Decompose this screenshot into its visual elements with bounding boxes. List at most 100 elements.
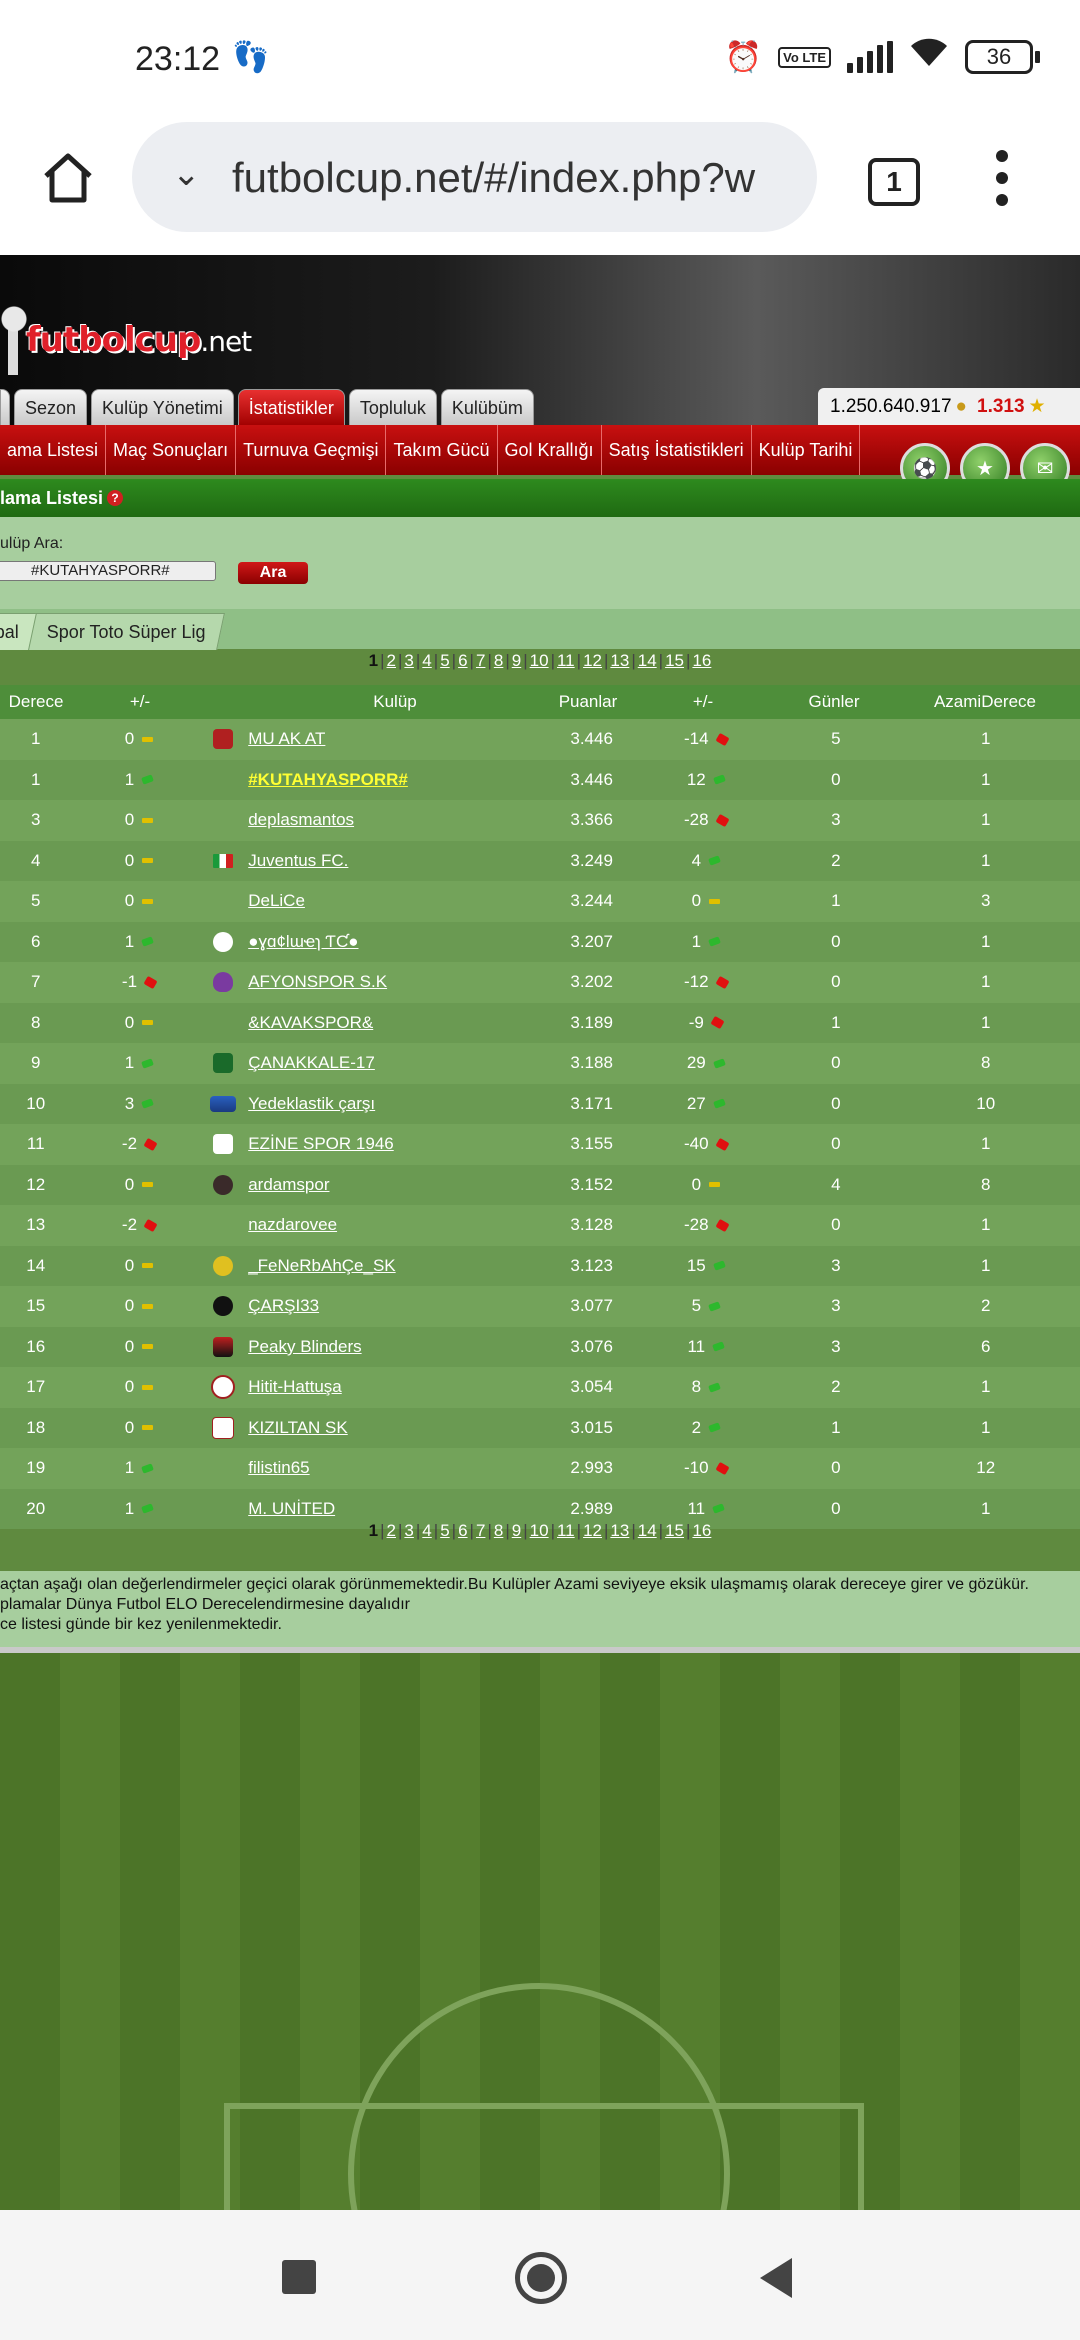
club-link[interactable]: ●ɣɑ¢Ɩɯҽɿ ƬƇ●	[248, 932, 358, 951]
tab-1[interactable]: Kulüp Yönetimi	[91, 389, 234, 426]
club-logo-icon	[213, 1134, 234, 1155]
page-current: 1	[368, 1521, 379, 1540]
page-link[interactable]: 2	[387, 1521, 396, 1540]
page-link[interactable]: 15	[665, 1521, 684, 1540]
subnav-item-2[interactable]: Turnuva Geçmişi	[236, 425, 387, 475]
page-link[interactable]: 12	[583, 1521, 602, 1540]
club-link[interactable]: #KUTAHYASPORR#	[248, 770, 408, 789]
club-link[interactable]: Juventus FC.	[248, 851, 348, 870]
page-link[interactable]: 13	[610, 651, 629, 670]
home-icon[interactable]	[38, 148, 98, 208]
page-link[interactable]: 14	[638, 651, 657, 670]
header-points-change[interactable]: +/-	[628, 692, 778, 712]
club-link[interactable]: ÇARŞI33	[248, 1296, 319, 1315]
club-link[interactable]: DeLiCe	[248, 891, 305, 910]
page-link[interactable]: 10	[530, 651, 549, 670]
page-link[interactable]: 13	[610, 1521, 629, 1540]
table-row: 19 1 filistin65 2.993 -10 0 12	[0, 1448, 1080, 1489]
points-change-cell: -12	[631, 972, 780, 992]
club-link[interactable]: nazdarovee	[248, 1215, 337, 1234]
trend-up-icon	[712, 1503, 725, 1514]
club-link[interactable]: deplasmantos	[248, 810, 354, 829]
more-menu-icon[interactable]	[996, 150, 1010, 216]
club-link[interactable]: EZİNE SPOR 1946	[248, 1134, 394, 1153]
url-text[interactable]: futbolcup.net/#/index.php?w	[232, 154, 797, 202]
header-points[interactable]: Puanlar	[548, 692, 628, 712]
tab-4[interactable]: Kulübüm	[440, 389, 534, 426]
club-link[interactable]: Hitit-Hattuşa	[248, 1377, 342, 1396]
trend-up-icon	[141, 1058, 155, 1069]
club-link[interactable]: KIZILTAN SK	[248, 1418, 348, 1437]
header-derece[interactable]: Derece	[0, 692, 72, 712]
subnav-item-6[interactable]: Kulüp Tarihi	[752, 425, 861, 475]
subnav-item-5[interactable]: Satış İstatistikleri	[602, 425, 752, 475]
club-link[interactable]: AFYONSPOR S.K	[248, 972, 387, 991]
points-change: 0	[691, 891, 702, 911]
page-link[interactable]: 16	[692, 1521, 711, 1540]
page-link[interactable]: 8	[494, 1521, 503, 1540]
page-link[interactable]: 16	[692, 651, 711, 670]
club-link[interactable]: MU AK AT	[248, 729, 325, 748]
club-link[interactable]: Peaky Blinders	[248, 1337, 361, 1356]
subnav-item-3[interactable]: Takım Gücü	[386, 425, 498, 475]
page-link[interactable]: 5	[440, 651, 449, 670]
club-search-input[interactable]: #KUTAHYASPORR#	[0, 561, 216, 581]
subnav-item-0[interactable]: ama Listesi	[0, 425, 107, 475]
club-link[interactable]: Yedeklastik çarşı	[248, 1094, 375, 1113]
tab-hidden[interactable]	[0, 389, 10, 426]
url-bar[interactable]: ⌄ futbolcup.net/#/index.php?w	[132, 122, 817, 232]
header-change[interactable]: +/-	[72, 692, 208, 712]
search-button[interactable]: Ara	[238, 562, 308, 584]
page-link[interactable]: 11	[557, 651, 575, 670]
page-link[interactable]: 4	[422, 651, 431, 670]
tab-league-super-lig[interactable]: Spor Toto Süper Lig	[28, 613, 225, 650]
club-logo-cell	[206, 1296, 240, 1317]
club-link[interactable]: _FeNeRbAhÇe_SK	[248, 1256, 395, 1275]
days-cell: 0	[831, 931, 841, 951]
page-link[interactable]: 15	[665, 651, 684, 670]
page-link[interactable]: 6	[458, 1521, 467, 1540]
club-link[interactable]: ÇANAKKALE-17	[248, 1053, 375, 1072]
recents-icon[interactable]	[282, 2260, 316, 2294]
rank-cell: 12	[26, 1174, 46, 1194]
page-link[interactable]: 8	[494, 651, 503, 670]
header-days[interactable]: Günler	[778, 692, 890, 712]
club-link[interactable]: filistin65	[248, 1458, 309, 1477]
home-nav-icon[interactable]	[515, 2252, 567, 2304]
rank-change: -1	[121, 972, 138, 992]
page-link[interactable]: 6	[458, 651, 467, 670]
club-link[interactable]: ardamspor	[248, 1175, 329, 1194]
page-link[interactable]: 7	[476, 1521, 485, 1540]
page-link[interactable]: 7	[476, 651, 485, 670]
rank-change-cell: 0	[71, 1337, 206, 1357]
page-link[interactable]: 12	[583, 651, 602, 670]
header-club[interactable]: Kulüp	[242, 692, 548, 712]
tab-switcher-button[interactable]: 1	[868, 158, 920, 206]
chevron-down-icon[interactable]: ⌄	[172, 154, 201, 194]
page-link[interactable]: 3	[404, 1521, 413, 1540]
rank-change-cell: -1	[71, 972, 206, 992]
site-logo[interactable]: futbolcup.net	[0, 295, 252, 385]
page-link[interactable]: 10	[530, 1521, 549, 1540]
trend-eq-icon	[142, 817, 154, 823]
tab-0[interactable]: Sezon	[14, 389, 88, 426]
tab-3[interactable]: Topluluk	[348, 389, 437, 426]
page-link[interactable]: 3	[404, 651, 413, 670]
page-link[interactable]: 2	[387, 651, 396, 670]
page-link[interactable]: 9	[512, 1521, 521, 1540]
club-link[interactable]: M. UNİTED	[248, 1499, 335, 1518]
page-link[interactable]: 9	[512, 651, 521, 670]
page-link[interactable]: 5	[440, 1521, 449, 1540]
points-change-cell: 2	[631, 1418, 780, 1438]
subnav-item-4[interactable]: Gol Krallığı	[498, 425, 602, 475]
page-link[interactable]: 14	[638, 1521, 657, 1540]
header-max-rank[interactable]: AzamiDerece	[890, 692, 1080, 712]
back-icon[interactable]	[760, 2258, 792, 2298]
club-link[interactable]: &KAVAKSPOR&	[248, 1013, 373, 1032]
help-icon[interactable]: ?	[107, 490, 124, 506]
page-link[interactable]: 4	[422, 1521, 431, 1540]
tab-2[interactable]: İstatistikler	[237, 389, 345, 426]
page-link[interactable]: 11	[557, 1521, 575, 1540]
trend-eq-icon	[142, 1344, 154, 1350]
subnav-item-1[interactable]: Maç Sonuçları	[106, 425, 237, 475]
